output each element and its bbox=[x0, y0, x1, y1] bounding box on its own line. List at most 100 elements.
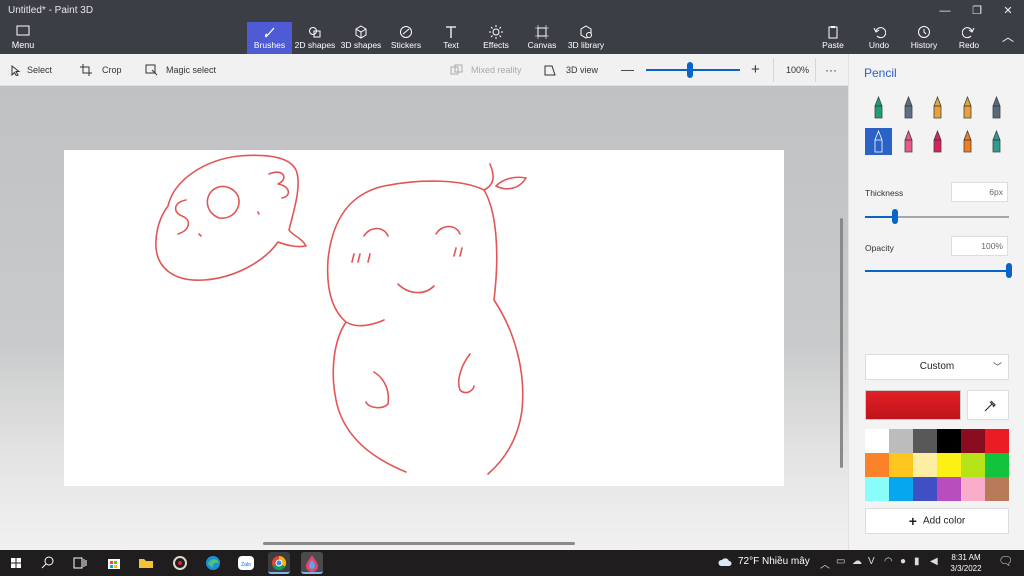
tool-stickers[interactable]: Stickers bbox=[388, 22, 424, 54]
color-swatch[interactable] bbox=[865, 429, 889, 453]
restore-button[interactable]: ❐ bbox=[962, 2, 992, 20]
color-swatch[interactable] bbox=[913, 453, 937, 477]
brush-watercolor[interactable] bbox=[954, 94, 981, 121]
file-explorer-app[interactable] bbox=[135, 552, 157, 574]
color-swatch[interactable] bbox=[937, 453, 961, 477]
select-button[interactable]: Select bbox=[10, 54, 52, 86]
notification-icon[interactable]: 🗨 bbox=[998, 554, 1013, 568]
brush-crayon[interactable] bbox=[924, 128, 951, 155]
sticker-icon bbox=[400, 26, 412, 38]
vpn-icon[interactable]: V bbox=[868, 556, 875, 567]
close-button[interactable]: ✕ bbox=[993, 2, 1023, 20]
tool-3d-shapes[interactable]: 3D shapes bbox=[340, 22, 382, 54]
color-mode-dropdown[interactable]: Custom ﹀ bbox=[865, 354, 1009, 380]
edge-app[interactable] bbox=[202, 552, 224, 574]
color-swatch[interactable] bbox=[985, 453, 1009, 477]
clock[interactable]: 8:31 AM 3/3/2022 bbox=[946, 552, 986, 574]
search-button[interactable] bbox=[37, 552, 59, 574]
color-swatch[interactable] bbox=[937, 477, 961, 501]
store-app[interactable] bbox=[103, 552, 125, 574]
media-app[interactable] bbox=[169, 552, 191, 574]
battery-icon[interactable]: ▮ bbox=[914, 556, 920, 567]
tool-3d-library[interactable]: 3D library bbox=[566, 22, 606, 54]
chrome-app[interactable] bbox=[268, 552, 290, 574]
thickness-slider-fill bbox=[865, 216, 896, 218]
task-view-button[interactable] bbox=[69, 552, 91, 574]
tool-effects[interactable]: Effects bbox=[480, 22, 512, 54]
color-mode-label: Custom bbox=[919, 361, 955, 372]
wifi-icon[interactable]: ◠ bbox=[884, 556, 893, 567]
opacity-slider-thumb[interactable] bbox=[1006, 263, 1012, 278]
brush-calligraphy-pen[interactable] bbox=[895, 94, 922, 121]
eyedropper-button[interactable] bbox=[967, 390, 1009, 420]
opacity-slider-fill bbox=[865, 270, 1009, 272]
color-swatch[interactable] bbox=[865, 477, 889, 501]
vertical-scrollbar[interactable] bbox=[840, 218, 843, 468]
color-swatch[interactable] bbox=[913, 429, 937, 453]
brush-oil-brush[interactable] bbox=[924, 94, 951, 121]
menu-button[interactable]: Menu bbox=[6, 24, 40, 52]
color-swatch[interactable] bbox=[889, 477, 913, 501]
add-color-button[interactable]: + Add color bbox=[865, 508, 1009, 534]
thickness-label: Thickness bbox=[865, 188, 904, 198]
display-icon[interactable]: ▭ bbox=[836, 556, 845, 567]
volume-icon[interactable]: ◀ bbox=[930, 556, 938, 567]
crop-label: Crop bbox=[102, 65, 122, 75]
zalo-app[interactable]: Zalo bbox=[235, 552, 257, 574]
current-color-swatch[interactable] bbox=[865, 390, 961, 420]
magic-select-button[interactable]: Magic select bbox=[145, 54, 216, 86]
crop-button[interactable]: Crop bbox=[80, 54, 122, 86]
redo-button[interactable]: Redo bbox=[956, 22, 982, 54]
2d-shapes-icon bbox=[309, 27, 321, 38]
color-swatch[interactable] bbox=[865, 453, 889, 477]
color-swatch[interactable] bbox=[913, 477, 937, 501]
paste-button[interactable]: Paste bbox=[820, 22, 846, 54]
weather-widget[interactable]: 72°F Nhiều mây bbox=[718, 556, 810, 567]
microphone-icon[interactable]: ● bbox=[900, 556, 906, 567]
color-swatch[interactable] bbox=[961, 477, 985, 501]
cloud-sync-icon[interactable]: ☁ bbox=[852, 556, 862, 567]
color-swatch[interactable] bbox=[985, 429, 1009, 453]
tool-label: Effects bbox=[483, 40, 509, 50]
brush-fill[interactable] bbox=[983, 128, 1010, 155]
brush-eraser[interactable] bbox=[895, 128, 922, 155]
brush-pencil[interactable] bbox=[865, 128, 892, 155]
tool-canvas[interactable]: Canvas bbox=[525, 22, 559, 54]
zoom-in-button[interactable]: + bbox=[751, 54, 760, 86]
zoom-out-button[interactable]: — bbox=[621, 54, 634, 86]
tool-text[interactable]: Text bbox=[436, 22, 466, 54]
color-swatch[interactable] bbox=[889, 429, 913, 453]
chevron-up-icon[interactable]: ︿ bbox=[820, 556, 830, 571]
color-palette bbox=[865, 429, 1009, 501]
task-view-icon bbox=[73, 557, 87, 569]
zoom-slider-thumb[interactable] bbox=[687, 62, 694, 78]
brush-marker[interactable] bbox=[865, 94, 892, 121]
paint3d-app[interactable] bbox=[301, 552, 323, 574]
more-options-button[interactable]: ··· bbox=[825, 54, 837, 86]
color-swatch[interactable] bbox=[985, 477, 1009, 501]
tool-brushes[interactable]: Brushes bbox=[247, 22, 292, 54]
divider bbox=[773, 58, 774, 82]
window-title: Untitled* - Paint 3D bbox=[8, 5, 94, 16]
horizontal-scrollbar[interactable] bbox=[263, 542, 575, 545]
minimize-button[interactable]: — bbox=[930, 2, 960, 20]
3d-view-button[interactable]: 3D view bbox=[544, 54, 598, 86]
tool-2d-shapes[interactable]: 2D shapes bbox=[294, 22, 336, 54]
start-button[interactable] bbox=[5, 552, 27, 574]
calligraphy-pen-icon bbox=[904, 95, 912, 119]
brush-spray-can[interactable] bbox=[954, 128, 981, 155]
plus-icon: + bbox=[908, 513, 917, 529]
color-swatch[interactable] bbox=[937, 429, 961, 453]
thickness-value[interactable]: 6px bbox=[951, 182, 1008, 202]
drawing-canvas[interactable] bbox=[64, 150, 784, 486]
color-swatch[interactable] bbox=[889, 453, 913, 477]
color-swatch[interactable] bbox=[961, 453, 985, 477]
mixed-reality-button[interactable]: Mixed reality bbox=[450, 54, 522, 86]
thickness-slider-thumb[interactable] bbox=[892, 209, 899, 224]
color-swatch[interactable] bbox=[961, 429, 985, 453]
undo-button[interactable]: Undo bbox=[866, 22, 892, 54]
history-button[interactable]: History bbox=[908, 22, 940, 54]
divider bbox=[815, 58, 816, 82]
opacity-value[interactable]: 100% bbox=[951, 236, 1008, 256]
brush-pixel-pen[interactable] bbox=[983, 94, 1010, 121]
